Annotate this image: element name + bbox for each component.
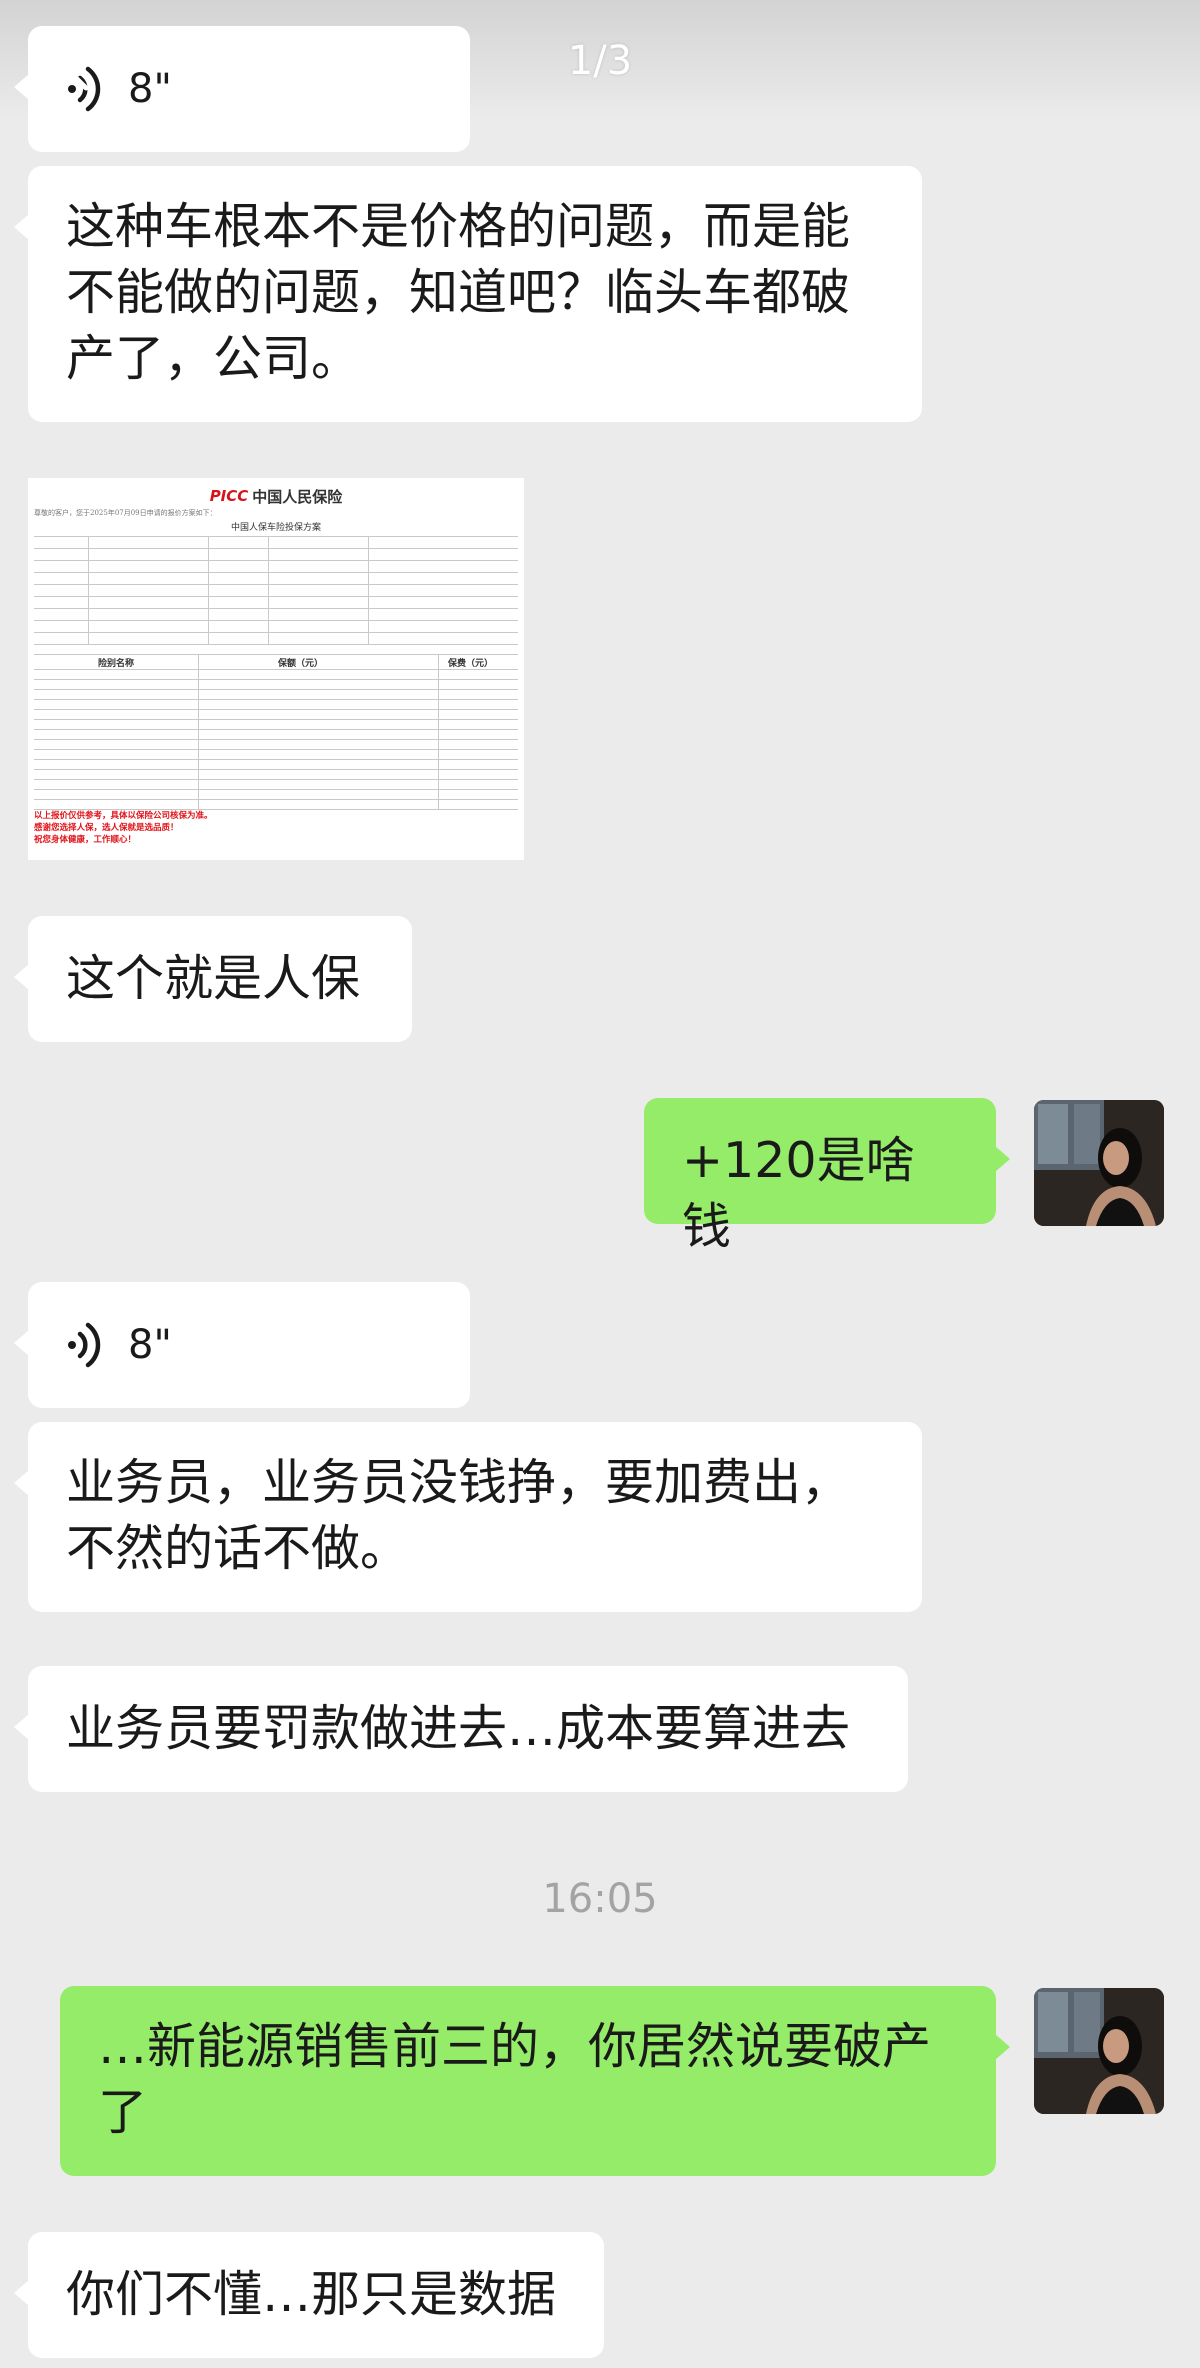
table-col (268, 536, 269, 644)
table-rule (34, 560, 518, 561)
doc-greeting: 尊敬的客户，您于2025年07月09日申请的报价方案如下： (34, 509, 217, 517)
table-rule (34, 749, 518, 750)
table-rule (34, 632, 518, 633)
sent-message[interactable]: +120是啥钱 (644, 1098, 1010, 1255)
voice-wave-icon (68, 1322, 101, 1368)
voice-duration: 8" (128, 1322, 172, 1368)
message-line: 业务员要罚款做进去…成本要算进去 (66, 1700, 851, 1757)
voice-message[interactable]: 8" (14, 1282, 470, 1408)
table-rule (34, 596, 518, 597)
message-line: 不能做的问题，知道吧？临头车都破 (66, 264, 851, 321)
table-col (368, 536, 369, 644)
table-rule (34, 669, 518, 670)
message-line: 不然的话不做。 (66, 1520, 410, 1577)
table-rule (34, 739, 518, 740)
text-message[interactable]: 这种车根本不是价格的问题，而是能 不能做的问题，知道吧？临头车都破 产了，公司。 (14, 166, 922, 422)
table-rule (34, 689, 518, 690)
doc-footer: 以上报价仅供参考，具体以保险公司核保为准。 感谢您选择人保，选人保就是选品质！ … (28, 810, 524, 846)
table-col (208, 536, 209, 644)
footer-line: 以上报价仅供参考，具体以保险公司核保为准。 (34, 811, 213, 821)
avatar[interactable] (1034, 1988, 1164, 2114)
message-line: 业务员，业务员没钱挣，要加费出， (66, 1454, 851, 1511)
text-message[interactable]: 业务员要罚款做进去…成本要算进去 (14, 1666, 908, 1792)
table-rule (34, 548, 518, 549)
message-line: 这种车根本不是价格的问题，而是能 (66, 198, 851, 255)
col-coverage: 保额（元） (278, 659, 324, 669)
timestamp: 16:05 (542, 1876, 658, 1922)
table-rule (34, 584, 518, 585)
message-line: +120是啥钱 (682, 1132, 915, 1255)
avatar-photo (1034, 1100, 1164, 1226)
message-line: 产了，公司。 (66, 330, 361, 387)
table-rule (34, 729, 518, 730)
insurance-quote-image[interactable]: PICC 中国人民保险 尊敬的客户，您于2025年07月09日申请的报价方案如下… (28, 478, 524, 860)
table-rule (34, 759, 518, 760)
table-rule (34, 779, 518, 780)
message-line: 这个就是人保 (66, 950, 361, 1007)
message-line: 了 (98, 2084, 148, 2141)
text-message[interactable]: 你们不懂…那只是数据 (14, 2232, 604, 2358)
company-name: 中国人民保险 (252, 487, 343, 506)
table-col (198, 654, 199, 809)
avatar[interactable] (1034, 1100, 1164, 1226)
table-rule (34, 719, 518, 720)
table-col (88, 536, 89, 644)
sent-message[interactable]: …新能源销售前三的，你居然说要破产 了 (60, 1986, 1010, 2176)
footer-line: 感谢您选择人保，选人保就是选品质！ (34, 823, 179, 833)
table-rule (34, 769, 518, 770)
image-counter: 1/3 (567, 38, 633, 84)
text-message[interactable]: 业务员，业务员没钱挣，要加费出， 不然的话不做。 (14, 1422, 922, 1612)
table-rule (34, 536, 518, 537)
col-premium: 保费（元） (448, 659, 494, 669)
col-insurance-name: 险别名称 (98, 659, 135, 669)
table-rule (34, 679, 518, 680)
table-rule (34, 654, 518, 655)
table-rule (34, 709, 518, 710)
table-col (438, 654, 439, 809)
message-line: 你们不懂…那只是数据 (66, 2266, 557, 2323)
table-rule (34, 620, 518, 621)
doc-header: PICC 中国人民保险 (28, 478, 524, 508)
table-rule (34, 789, 518, 790)
table-rule (34, 644, 518, 645)
doc-title: 中国人保车险投保方案 (230, 523, 321, 533)
avatar-photo (1034, 1988, 1164, 2114)
table-rule (34, 608, 518, 609)
footer-line: 祝您身体健康，工作顺心！ (34, 835, 137, 845)
picc-logo: PICC (209, 487, 249, 505)
table-rule (34, 799, 518, 800)
message-line: …新能源销售前三的，你居然说要破产 (98, 2018, 932, 2075)
table-rule (34, 699, 518, 700)
text-message[interactable]: 这个就是人保 (14, 916, 412, 1042)
table-rule (34, 572, 518, 573)
